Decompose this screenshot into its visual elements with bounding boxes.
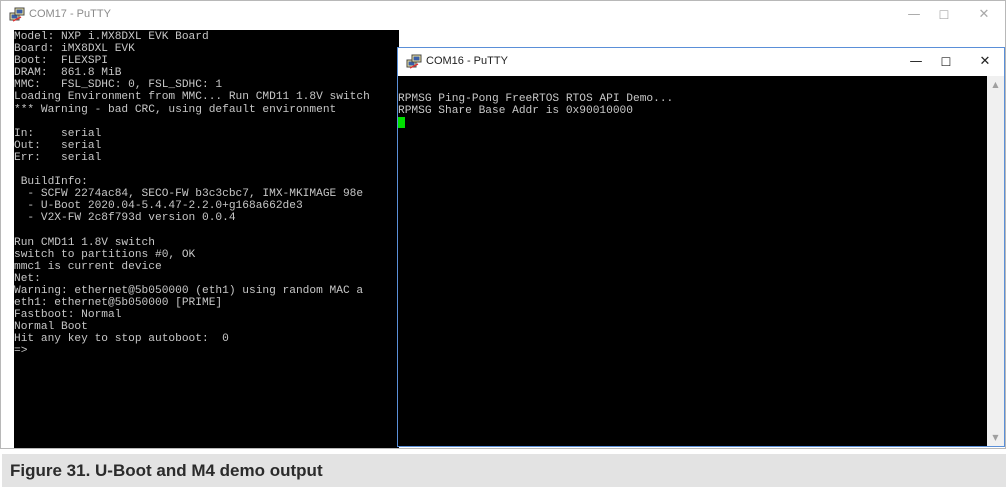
com17-title: COM17 - PuTTY [29,8,111,20]
screenshot-frame: COM17 - PuTTY — ☐ ✕ Model: NXP i.MX8DXL … [0,0,1006,449]
terminal-line: Model: NXP i.MX8DXL EVK Board [14,31,209,43]
terminal-line: RPMSG Ping-Pong FreeRTOS RTOS API Demo..… [398,93,674,105]
figure-caption-text: Figure 31. U-Boot and M4 demo output [10,461,323,480]
terminal-line: RPMSG Share Base Addr is 0x90010000 [398,105,633,118]
terminal-line: switch to partitions #0, OK [14,248,196,261]
com16-scrollbar[interactable]: ▲ ▼ [987,76,1004,446]
terminal-cursor-line [398,117,987,129]
terminal-line: Normal Boot [14,321,88,334]
terminal-line: - V2X-FW 2c8f793d version 0.0.4 [14,212,236,225]
terminal-line: Loading Environment from MMC... Run CMD1… [14,91,370,104]
com17-terminal[interactable]: Model: NXP i.MX8DXL EVK Board Board: iMX8… [14,30,399,448]
com17-titlebar[interactable]: COM17 - PuTTY — ☐ ✕ [1,1,1005,29]
com16-window[interactable]: COM16 - PuTTY — ☐ ✕ RPMSG Ping-Pong Free… [397,47,1005,447]
terminal-line: => [14,345,28,358]
com16-terminal[interactable]: RPMSG Ping-Pong FreeRTOS RTOS API Demo..… [398,76,987,446]
com16-close-button[interactable]: ✕ [974,52,996,72]
terminal-cursor [398,117,405,129]
terminal-line: *** Warning - bad CRC, using default env… [14,103,337,116]
terminal-line: - U-Boot 2020.04-5.4.47-2.2.0+g168a662de… [14,200,303,213]
terminal-line: BuildInfo: [14,176,88,189]
figure-caption: Figure 31. U-Boot and M4 demo output [2,454,1006,487]
terminal-line: Out: serial [14,139,102,152]
terminal-line: Run CMD11 1.8V switch [14,236,155,249]
com16-titlebar[interactable]: COM16 - PuTTY — ☐ ✕ [398,48,1004,76]
terminal-line: Net: [14,272,41,285]
terminal-line: Warning: ethernet@5b050000 (eth1) using … [14,284,364,297]
com17-minimize-button[interactable]: — [903,5,925,25]
terminal-line: DRAM: 861.8 MiB [14,67,122,80]
terminal-line: MMC: FSL_SDHC: 0, FSL_SDHC: 1 [14,79,223,92]
terminal-line: In: serial [14,127,102,140]
putty-icon [406,54,422,69]
putty-icon [9,7,25,22]
terminal-line: Boot: FLEXSPI [14,55,108,68]
terminal-line: Err: serial [14,151,102,164]
terminal-line: Board: iMX8DXL EVK [14,43,135,56]
com17-maximize-button[interactable]: ☐ [933,5,955,25]
com16-title: COM16 - PuTTY [426,55,508,67]
com16-minimize-button[interactable]: — [905,52,927,72]
scroll-up-arrow-icon[interactable]: ▲ [987,80,1004,89]
com17-close-button[interactable]: ✕ [973,5,995,25]
terminal-line: - SCFW 2274ac84, SECO-FW b3c3cbc7, IMX-M… [14,188,364,201]
terminal-line: Hit any key to stop autoboot: 0 [14,333,229,346]
terminal-line: mmc1 is current device [14,260,162,273]
com16-maximize-button[interactable]: ☐ [935,52,957,72]
terminal-line: eth1: ethernet@5b050000 [PRIME] [14,297,223,310]
scroll-down-arrow-icon[interactable]: ▼ [987,433,1004,442]
terminal-line: Fastboot: Normal [14,309,122,322]
